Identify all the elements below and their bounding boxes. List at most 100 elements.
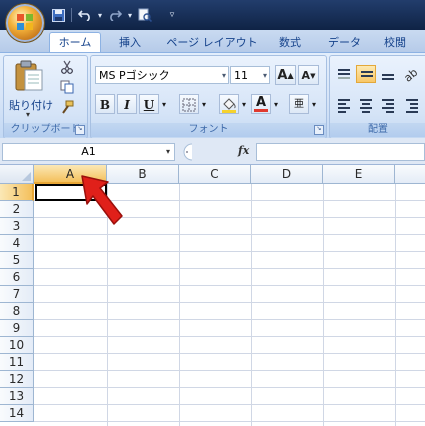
italic-button[interactable]: I [117,94,137,114]
tab-data[interactable]: データ [322,33,367,52]
font-group-label: フォント [91,123,326,137]
align-middle-button[interactable] [356,65,376,83]
row-header-5[interactable]: 5 [0,252,34,269]
font-group: MS Pゴシック ▾ 11 ▾ A▲ A▼ B I U ▾ ▾ ▾ A ▾ 亜 [90,55,327,139]
row-header-12[interactable]: 12 [0,371,34,388]
office-logo-icon [17,14,33,30]
fill-color-dropdown-icon[interactable]: ▾ [239,94,249,114]
svg-text:ab: ab [402,66,420,82]
row-header-2[interactable]: 2 [0,201,34,218]
name-box[interactable]: A1 ▾ [2,143,175,161]
redo-dropdown-icon[interactable]: ▾ [126,7,134,23]
undo-dropdown-icon[interactable]: ▾ [96,7,104,23]
phonetic-button[interactable]: 亜 [289,94,309,114]
row-header-3[interactable]: 3 [0,218,34,235]
align-left-button[interactable] [334,96,354,114]
formula-input[interactable] [256,143,425,161]
redo-icon[interactable] [107,7,123,23]
expand-handle-icon[interactable] [178,143,208,161]
phonetic-icon: 亜 [294,99,304,110]
title-bar: ▾ ▾ ▿ [0,0,425,30]
bold-icon: B [99,98,111,112]
fill-color-button[interactable] [219,94,239,114]
select-all-button[interactable] [0,165,34,184]
font-name-value: MS Pゴシック [99,69,170,82]
row-header-4[interactable]: 4 [0,235,34,252]
bold-button[interactable]: B [95,94,115,114]
ribbon: 貼り付け ▾ クリップボード ↘ MS Pゴシック ▾ 11 ▾ A▲ A▼ B… [0,52,425,139]
column-header-partial[interactable] [395,165,425,184]
row-header-9[interactable]: 9 [0,320,34,337]
row-header-13[interactable]: 13 [0,388,34,405]
alignment-group-label: 配置 [330,123,425,137]
tab-formulas[interactable]: 数式 [270,33,310,52]
row-header-10[interactable]: 10 [0,337,34,354]
paste-dropdown-icon[interactable]: ▾ [26,110,30,119]
office-button[interactable] [5,3,45,43]
customize-icon[interactable]: ▿ [164,7,180,23]
print-preview-icon[interactable] [137,7,153,23]
select-all-icon [22,172,31,181]
gridline [34,251,425,252]
underline-button[interactable]: U [139,94,159,114]
column-header-d[interactable]: D [251,165,323,184]
align-center-button[interactable] [356,96,376,114]
cut-icon [61,60,73,74]
name-box-dropdown-icon[interactable]: ▾ [166,144,170,160]
tab-page-layout[interactable]: ページ レイアウト [162,33,262,52]
paste-button[interactable]: 貼り付け ▾ [8,58,53,120]
row-header-14[interactable]: 14 [0,405,34,422]
insert-function-button[interactable]: fx [238,144,249,157]
format-painter-icon [62,100,74,114]
column-header-e[interactable]: E [323,165,395,184]
gridline [34,319,425,320]
align-top-button[interactable] [334,66,354,84]
row-header-8[interactable]: 8 [0,303,34,320]
row-header-1[interactable]: 1 [0,184,34,201]
borders-button[interactable] [179,94,199,114]
decrease-indent-button[interactable] [402,96,422,114]
orientation-button[interactable]: ab [401,66,422,85]
tab-review[interactable]: 校閲 [375,33,415,52]
font-dialog-launcher-icon[interactable]: ↘ [314,125,324,135]
alignment-group: ab 配置 [329,55,425,139]
orientation-icon: ab [401,66,420,85]
font-size-select[interactable]: 11 ▾ [230,66,270,84]
red-arrow-pointer-icon [81,175,123,225]
tab-home[interactable]: ホーム [49,32,101,53]
align-bottom-button[interactable] [378,66,398,84]
clipboard-group: 貼り付け ▾ クリップボード ↘ [3,55,88,139]
worksheet-grid[interactable]: A B C D E 1 2 3 4 5 6 7 8 9 10 11 12 13 … [0,165,425,426]
quick-access-toolbar: ▾ ▾ ▿ [50,6,180,24]
underline-dropdown-icon[interactable]: ▾ [159,94,169,114]
row-header-11[interactable]: 11 [0,354,34,371]
undo-icon[interactable] [77,7,93,23]
copy-button[interactable] [60,80,78,96]
align-right-button[interactable] [378,96,398,114]
shrink-font-button[interactable]: A▼ [298,65,319,85]
tab-insert[interactable]: 挿入 [110,33,150,52]
borders-dropdown-icon[interactable]: ▾ [199,94,209,114]
phonetic-dropdown-icon[interactable]: ▾ [309,94,319,114]
underline-icon: U [143,98,155,112]
gridline [395,184,396,426]
gridline [34,302,425,303]
font-color-swatch [254,109,268,112]
format-painter-button[interactable] [60,100,78,116]
save-icon[interactable] [50,7,66,23]
cut-button[interactable] [60,60,78,76]
row-header-7[interactable]: 7 [0,286,34,303]
font-color-dropdown-icon[interactable]: ▾ [271,94,281,114]
column-header-c[interactable]: C [179,165,251,184]
clipboard-dialog-launcher-icon[interactable]: ↘ [75,125,85,135]
gridline [251,184,252,426]
font-color-button[interactable]: A [251,94,271,114]
paste-icon [15,60,43,91]
row-header-6[interactable]: 6 [0,269,34,286]
grow-font-icon: A [277,68,288,83]
font-size-value: 11 [234,69,248,82]
gridline [34,387,425,388]
font-name-select[interactable]: MS Pゴシック ▾ [95,66,229,84]
gridline [34,336,425,337]
grow-font-button[interactable]: A▲ [275,65,296,85]
